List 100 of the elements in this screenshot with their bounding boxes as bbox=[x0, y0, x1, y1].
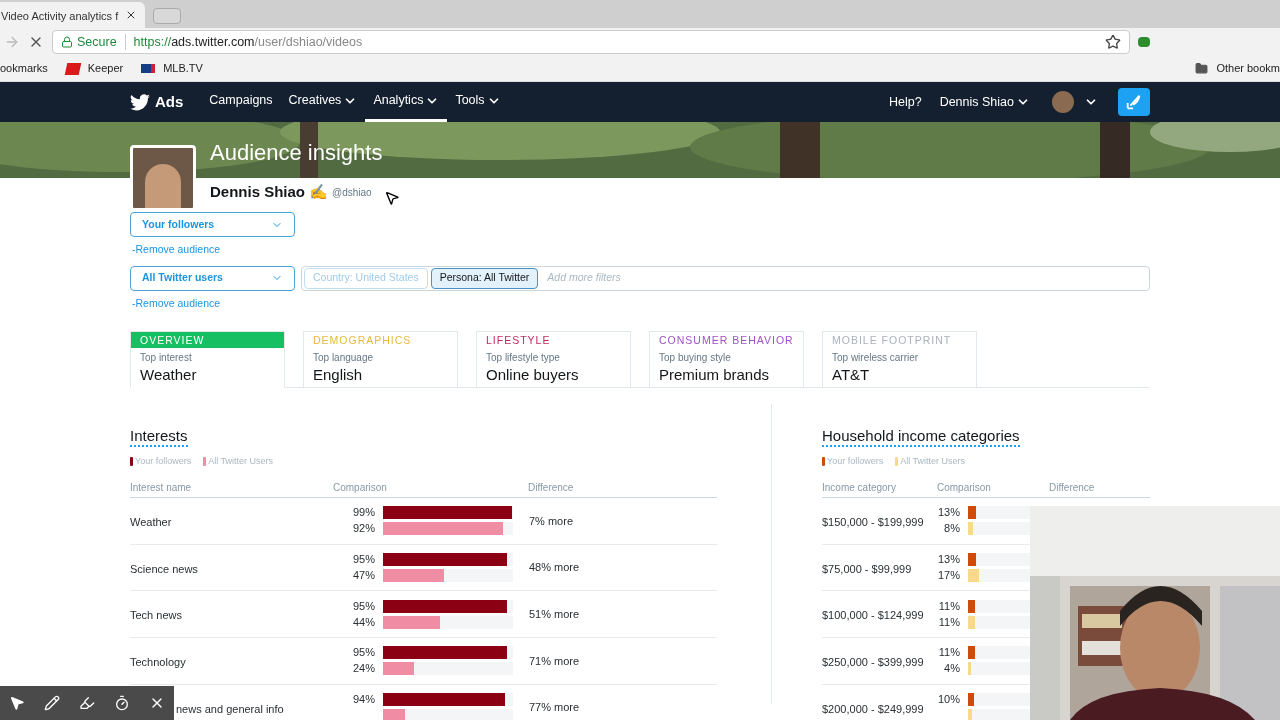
lock-icon bbox=[61, 36, 73, 48]
percentage: 13% bbox=[937, 553, 961, 567]
bookmark[interactable]: ookmarks bbox=[0, 60, 48, 77]
tab-title: Video Activity analytics f bbox=[1, 10, 119, 22]
filter-field[interactable]: Country: United States Persona: All Twitter Add more filters bbox=[301, 265, 1150, 291]
row-label: Weather bbox=[130, 515, 172, 528]
column-header: Difference bbox=[528, 481, 574, 495]
legend-label: All Twitter Users bbox=[900, 454, 966, 468]
pencil-icon[interactable] bbox=[44, 695, 61, 711]
column-header: Comparison bbox=[333, 481, 388, 495]
filter-chip[interactable]: Persona: All Twitter bbox=[430, 267, 539, 289]
brand-name: Ads bbox=[155, 91, 184, 112]
percentage: 44% bbox=[351, 615, 376, 629]
percentage: 10% bbox=[937, 693, 961, 707]
column-header: Difference bbox=[1049, 481, 1095, 495]
avatar bbox=[130, 145, 196, 211]
close-icon[interactable] bbox=[125, 9, 137, 21]
category-tab[interactable]: CONSUMER BEHAVIOR Top buying style Premium brands bbox=[649, 330, 804, 388]
row-label: $250,000 - $399,999 bbox=[822, 655, 924, 668]
url-host: ads.twitter.com bbox=[171, 33, 255, 51]
percentage: 95% bbox=[351, 553, 376, 567]
bookmark[interactable]: Keeper bbox=[87, 60, 124, 77]
extension-icon[interactable] bbox=[1138, 37, 1150, 47]
writing-hand-emoji: ✍ bbox=[309, 181, 329, 202]
category-label: CONSUMER BEHAVIOR bbox=[658, 332, 795, 348]
difference: 51% more bbox=[529, 606, 580, 622]
difference: 77% more bbox=[529, 700, 580, 716]
pointer-icon[interactable] bbox=[9, 695, 26, 711]
percentage: 8% bbox=[943, 522, 961, 536]
tab-caption: Top buying style bbox=[658, 350, 732, 365]
percentage: 95% bbox=[351, 599, 376, 613]
nav-tab[interactable]: Creatives bbox=[280, 82, 366, 122]
tab-value: Online buyers bbox=[485, 364, 580, 385]
category-label: DEMOGRAPHICS bbox=[312, 332, 413, 348]
section-title: Interests bbox=[130, 426, 188, 447]
row-label: Science news bbox=[130, 562, 198, 575]
row-label: $75,000 - $99,999 bbox=[822, 562, 912, 575]
section-title: Household income categories bbox=[822, 426, 1020, 447]
bookmark[interactable]: Other bookm bbox=[1216, 60, 1280, 77]
column-header: Comparison bbox=[937, 481, 992, 495]
legend-label: All Twitter Users bbox=[208, 454, 274, 468]
timer-icon[interactable] bbox=[113, 695, 130, 711]
compose-button[interactable] bbox=[1118, 88, 1150, 116]
difference: 71% more bbox=[529, 653, 580, 669]
profile-name: Dennis Shiao bbox=[210, 181, 306, 202]
nav-tab[interactable]: Campaigns bbox=[201, 82, 281, 122]
category-label: LIFESTYLE bbox=[485, 332, 552, 348]
category-label: OVERVIEW bbox=[131, 331, 284, 348]
category-tab[interactable]: LIFESTYLE Top lifestyle type Online buyers bbox=[476, 330, 631, 388]
percentage: 94% bbox=[351, 693, 376, 707]
percentage: 11% bbox=[937, 599, 961, 613]
secure-label: Secure bbox=[77, 33, 117, 51]
category-tab[interactable]: OVERVIEW Top interest Weather bbox=[130, 330, 285, 388]
url-scheme: https:// bbox=[133, 33, 172, 51]
percentage: 11% bbox=[937, 615, 961, 629]
marker-icon[interactable] bbox=[79, 695, 95, 711]
legend-label: Your followers bbox=[135, 454, 192, 468]
percentage: 47% bbox=[351, 569, 376, 583]
tab-caption: Top wireless carrier bbox=[831, 350, 920, 365]
category-tab[interactable]: DEMOGRAPHICS Top language English bbox=[303, 330, 458, 388]
category-tab[interactable]: MOBILE FOOTPRINT Top wireless carrier AT&T bbox=[822, 330, 977, 388]
row-label: news and general info bbox=[176, 702, 284, 715]
column-header: Income category bbox=[822, 481, 897, 495]
flag-logo-icon bbox=[141, 64, 156, 73]
page-title: Audience insights bbox=[210, 138, 383, 167]
tab-value: Weather bbox=[139, 364, 198, 385]
address-bar[interactable]: Secure https://ads.twitter.com/user/dshiao/videos bbox=[52, 30, 1130, 54]
tab-caption: Top language bbox=[312, 350, 375, 365]
tab-value: English bbox=[312, 364, 364, 385]
browser-tab[interactable]: Video Activity analytics f bbox=[0, 2, 145, 28]
avatar[interactable] bbox=[1052, 91, 1074, 113]
tab-value: Premium brands bbox=[658, 364, 771, 385]
e-logo-icon bbox=[64, 62, 81, 75]
percentage: 95% bbox=[351, 646, 376, 660]
tab-caption: Top interest bbox=[139, 350, 193, 365]
row-label: $100,000 - $124,999 bbox=[822, 609, 924, 622]
percentage: 13% bbox=[937, 506, 961, 520]
percentage: 17% bbox=[937, 569, 961, 583]
nav-tab[interactable]: Tools bbox=[447, 82, 509, 122]
difference: 7% more bbox=[529, 513, 574, 529]
row-label: $150,000 - $199,999 bbox=[822, 515, 924, 528]
profile-handle: @dshiao bbox=[332, 185, 372, 200]
tab-caption: Top lifestyle type bbox=[485, 350, 561, 365]
url-path: /user/dshiao/videos bbox=[254, 33, 364, 51]
difference: 48% more bbox=[529, 560, 580, 576]
row-label: Tech news bbox=[130, 609, 182, 622]
percentage: 24% bbox=[351, 662, 376, 676]
percentage: 92% bbox=[351, 522, 376, 536]
percentage: 11% bbox=[937, 646, 961, 660]
help-link[interactable]: Help? bbox=[888, 92, 922, 112]
mouse-cursor-icon bbox=[384, 189, 400, 207]
bird-logo-icon[interactable] bbox=[130, 93, 150, 111]
bookmark[interactable]: MLB.TV bbox=[163, 60, 203, 77]
percentage: 99% bbox=[351, 506, 376, 520]
account-menu[interactable]: Dennis Shiao bbox=[939, 92, 1030, 112]
tab-value: AT&T bbox=[831, 364, 871, 385]
row-label: $200,000 - $249,999 bbox=[822, 702, 924, 715]
column-header: Interest name bbox=[130, 481, 193, 495]
bookmark-star-icon[interactable] bbox=[1105, 34, 1121, 50]
folder-icon bbox=[1195, 62, 1209, 75]
